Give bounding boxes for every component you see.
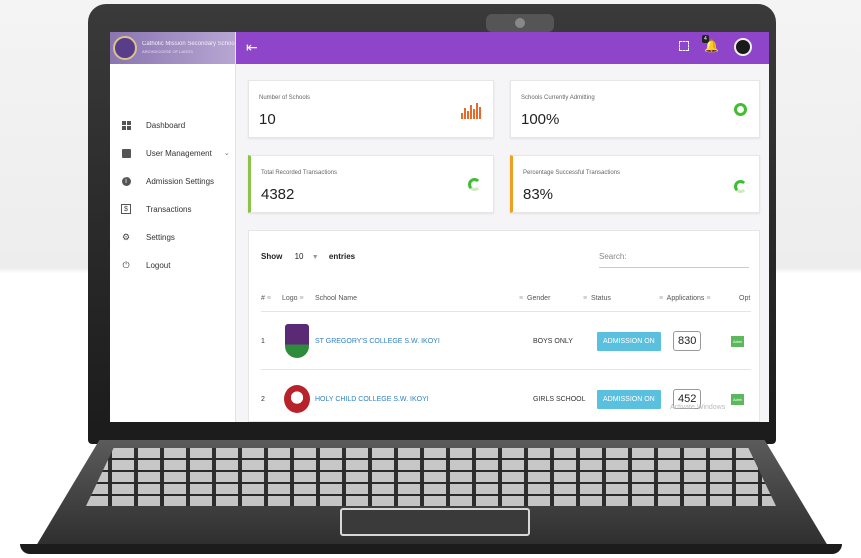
spinner-icon: [468, 178, 481, 191]
stat-card-success: Percentage Successful Transactions 83%: [510, 155, 760, 213]
brand-name: Catholic Mission Secondary Schools: [142, 41, 235, 47]
trackpad: [340, 508, 530, 536]
top-bar: ⇤ 4 🔔: [236, 32, 769, 64]
stat-label: Number of Schools: [259, 95, 311, 101]
col-options[interactable]: Opt: [739, 295, 750, 302]
ring-icon: [734, 103, 747, 116]
entries-label: entries: [328, 252, 356, 261]
stat-value: 4382: [261, 186, 295, 203]
sort-icon: ≡: [266, 295, 271, 302]
laptop-mockup: Catholic Mission Secondary Schools ARCHD…: [0, 0, 861, 558]
options-cell: Admi: [731, 319, 745, 363]
sidebar-item-label: Settings: [146, 232, 175, 242]
sidebar-item-admission-settings[interactable]: i Admission Settings: [110, 167, 235, 195]
sidebar-item-label: Logout: [146, 260, 171, 270]
brand-subtitle: ARCHDIOCESE OF LAGOS: [142, 49, 193, 54]
entries-select[interactable]: 10: [295, 252, 304, 261]
option-button[interactable]: Admi: [731, 393, 745, 405]
stat-label: Schools Currently Admitting: [521, 95, 595, 101]
stat-value: 100%: [521, 111, 560, 128]
divider: [261, 369, 751, 370]
sidebar-item-logout[interactable]: ⏻ Logout: [110, 251, 235, 279]
options-cell: Admi: [731, 377, 745, 421]
admission-status-button[interactable]: ADMISSION ON: [597, 331, 661, 351]
school-logo: [285, 319, 309, 363]
col-logo[interactable]: Logo ≡: [282, 295, 306, 302]
admission-status-button[interactable]: ADMISSION ON: [597, 389, 661, 409]
status-cell: ADMISSION ON: [597, 377, 661, 421]
search-underline: [599, 267, 749, 268]
sort-icon: ≡: [583, 295, 588, 302]
user-icon: [121, 148, 131, 158]
col-applications[interactable]: ≡ Applications ≡: [659, 295, 712, 302]
divider: [261, 311, 751, 312]
row-num: 2: [261, 395, 265, 403]
table-header: # ≡ Logo ≡ School Name ≡ Gender ≡ Status…: [261, 295, 761, 309]
stat-card-schools: Number of Schools 10: [248, 80, 494, 138]
school-name-link[interactable]: HOLY CHILD COLLEGE S.W. IKOYI: [315, 377, 429, 421]
laptop-lip: [20, 544, 842, 554]
arrow-left-icon[interactable]: ⇤: [246, 39, 258, 56]
sidebar-item-label: Dashboard: [146, 120, 186, 130]
show-label: Show: [261, 252, 283, 261]
chevron-down-icon: ⌄: [223, 150, 230, 157]
sort-icon: ≡: [659, 295, 664, 302]
sidebar-item-label: Transactions: [146, 204, 192, 214]
stat-label: Percentage Successful Transactions: [523, 170, 621, 176]
stat-value: 83%: [523, 186, 554, 203]
brand-logo: [113, 36, 137, 60]
sidebar: Catholic Mission Secondary Schools ARCHD…: [110, 32, 236, 422]
info-icon: i: [121, 176, 131, 186]
school-name-link[interactable]: ST GREGORY'S COLLEGE S.W. IKOYI: [315, 319, 440, 363]
bell-icon[interactable]: 🔔: [704, 39, 719, 53]
sidebar-item-transactions[interactable]: $ Transactions: [110, 195, 235, 223]
stat-card-transactions: Total Recorded Transactions 4382: [248, 155, 494, 213]
dashboard-icon: [121, 120, 131, 130]
applications-cell: 830: [673, 319, 702, 363]
activation-watermark: Activate Windows: [670, 404, 726, 411]
chevron-down-icon[interactable]: ▼: [312, 254, 319, 261]
status-cell: ADMISSION ON: [597, 319, 661, 363]
dollar-icon: $: [121, 204, 131, 214]
webcam: [486, 14, 554, 32]
power-icon: ⏻: [122, 259, 130, 270]
row-num: 1: [261, 337, 265, 345]
sort-icon: ≡: [519, 295, 524, 302]
applications-cell: 452: [673, 377, 702, 421]
entries-control: Show 10 ▼ entries: [261, 252, 355, 261]
table-row: 1 ST GREGORY'S COLLEGE S.W. IKOYI BOYS O…: [261, 319, 761, 363]
applications-count: 830: [673, 331, 702, 351]
col-status[interactable]: ≡ Status: [583, 295, 611, 302]
search-input[interactable]: Search:: [599, 252, 627, 261]
stat-label: Total Recorded Transactions: [261, 170, 338, 176]
bar-chart-icon: [461, 103, 481, 119]
screen: Catholic Mission Secondary Schools ARCHD…: [110, 32, 769, 422]
col-num[interactable]: # ≡: [261, 295, 273, 302]
sidebar-menu: Dashboard User Management ⌄ i Admission …: [110, 111, 235, 279]
spinner-icon: [734, 180, 747, 193]
brand[interactable]: Catholic Mission Secondary Schools ARCHD…: [110, 32, 235, 64]
col-school-name[interactable]: School Name: [315, 295, 357, 302]
table-row: 2 HOLY CHILD COLLEGE S.W. IKOYI GIRLS SC…: [261, 377, 761, 421]
stat-value: 10: [259, 111, 276, 128]
sidebar-item-dashboard[interactable]: Dashboard: [110, 111, 235, 139]
gender: GIRLS SCHOOL: [533, 395, 586, 403]
keyboard-rows: [86, 448, 776, 506]
option-button[interactable]: Admi: [731, 335, 745, 347]
sidebar-item-user-management[interactable]: User Management ⌄: [110, 139, 235, 167]
schools-table: Show 10 ▼ entries Search: # ≡ Logo ≡ Sch…: [248, 230, 760, 422]
gender: BOYS ONLY: [533, 337, 573, 345]
sidebar-item-label: User Management: [146, 148, 212, 158]
stat-card-admitting: Schools Currently Admitting 100%: [510, 80, 760, 138]
school-logo: [284, 377, 310, 421]
col-gender[interactable]: ≡ Gender: [519, 295, 550, 302]
fullscreen-icon[interactable]: [679, 41, 689, 51]
avatar[interactable]: [734, 38, 752, 56]
sidebar-item-settings[interactable]: ⚙ Settings: [110, 223, 235, 251]
laptop-base: [0, 440, 861, 558]
sort-icon: ≡: [299, 295, 304, 302]
sidebar-item-label: Admission Settings: [146, 176, 215, 186]
gear-icon: ⚙: [121, 231, 131, 242]
